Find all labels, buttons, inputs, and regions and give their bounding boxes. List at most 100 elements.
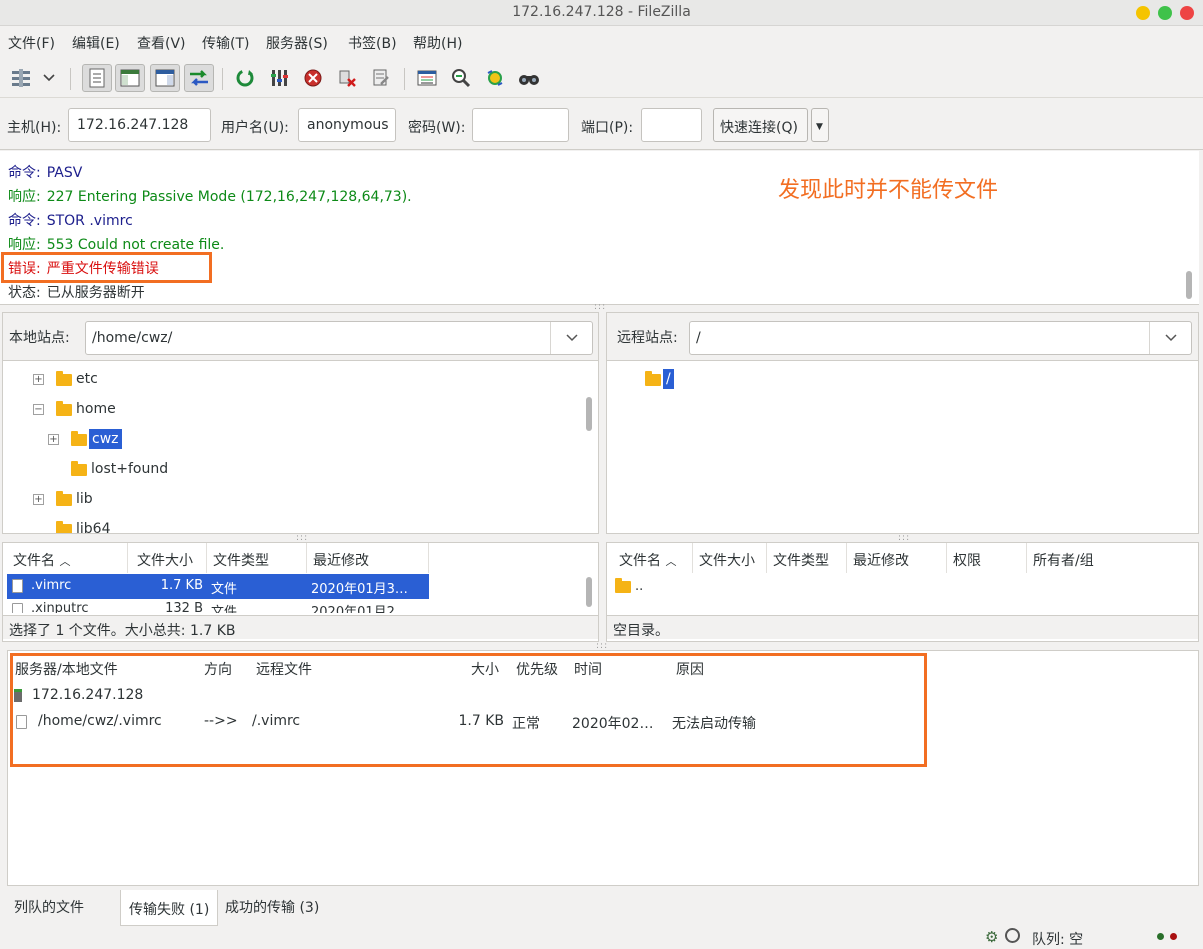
local-path-text: /home/cwz/ [92,330,173,346]
menu-help[interactable]: 帮助(H) [413,33,462,53]
speed-limit-icon[interactable] [1005,928,1020,943]
folder-icon [645,371,661,386]
local-site-bar: 本地站点: /home/cwz/ [3,313,598,361]
menu-file[interactable]: 文件(F) [8,33,55,53]
expand-icon[interactable]: + [33,494,44,505]
tree-item-cwz[interactable]: + cwz [3,429,583,451]
toolbar [0,58,1203,98]
chevron-down-icon[interactable] [550,322,592,354]
remote-status: 空目录。 [607,615,1198,639]
local-file-scrollbar[interactable] [586,577,592,607]
tree-item-label-selected: cwz [89,429,122,449]
port-label: 端口(P): [581,120,634,136]
quickconnect-button[interactable]: 快速连接(Q) [713,108,808,142]
tree-item-lib64[interactable]: lib64 [3,519,583,533]
tab-failed-transfers[interactable]: 传输失败 (1) [120,890,219,926]
disconnect-icon[interactable] [332,64,362,92]
menu-view[interactable]: 查看(V) [137,33,186,53]
tree-item-label: home [76,401,116,417]
remote-path-combo[interactable]: / [689,321,1192,355]
filter-icon[interactable] [446,64,476,92]
folder-icon [56,401,72,416]
dropdown-arrow-icon[interactable] [38,64,60,92]
tree-item-label: etc [76,371,98,387]
remote-site-label: 远程站点: [617,330,678,346]
collapse-icon[interactable]: − [33,404,44,415]
file-row[interactable]: .. [613,575,913,599]
process-queue-icon[interactable] [264,64,294,92]
maximize-button[interactable] [1158,6,1172,20]
toggle-local-tree-icon[interactable] [115,64,145,92]
column-header-modified[interactable]: 最近修改 [847,543,947,573]
minimize-button[interactable] [1136,6,1150,20]
close-button[interactable] [1180,6,1194,20]
tree-item-lib[interactable]: + lib [3,489,583,511]
tab-queued-files[interactable]: 列队的文件 [6,888,92,924]
window-title: 172.16.247.128 - FileZilla [512,4,691,20]
annotation-note: 发现此时并不能传文件 [778,178,999,203]
tab-successful-transfers[interactable]: 成功的传输 (3) [217,888,327,924]
tree-item-root[interactable]: / [607,369,807,391]
file-icon [12,603,23,613]
file-row-selected[interactable]: .vimrc 1.7 KB 文件 2020年01月3… [7,574,429,599]
folder-icon [56,521,72,533]
site-manager-icon[interactable] [6,64,36,92]
column-header-filetype[interactable]: 文件类型 [207,543,307,573]
reconnect-icon[interactable] [366,64,396,92]
refresh-icon[interactable] [230,64,260,92]
toggle-transfer-queue-icon[interactable] [184,64,214,92]
expand-icon[interactable]: + [48,434,59,445]
host-label: 主机(H): [7,120,62,136]
file-icon [12,579,23,593]
log-line: 响应: 553 Could not create file. [8,237,225,253]
password-input[interactable] [472,108,569,142]
tree-item-lost-found[interactable]: lost+found [3,459,583,481]
tree-item-label-selected: / [663,369,674,389]
sync-browse-icon[interactable] [480,64,510,92]
column-header-permissions[interactable]: 权限 [947,543,1027,573]
remote-file-list: 文件名 ︿ 文件大小 文件类型 最近修改 权限 所有者/组 .. 空目录。 [606,542,1199,642]
column-header-filename[interactable]: 文件名 ︿ [7,543,128,573]
remote-path-text: / [696,330,701,346]
sort-ascending-icon: ︿ [59,555,71,568]
column-header-modified[interactable]: 最近修改 [307,543,429,573]
dropdown-arrow-icon: ▼ [816,122,823,132]
username-input[interactable]: anonymous [298,108,396,142]
toggle-remote-tree-icon[interactable] [150,64,180,92]
column-header-filename[interactable]: 文件名 ︿ [613,543,693,573]
tree-item-etc[interactable]: + etc [3,369,583,391]
log-line: 命令: PASV [8,165,83,181]
expand-icon[interactable]: + [33,374,44,385]
gear-icon[interactable]: ⚙ [985,928,998,946]
folder-icon [71,431,87,446]
queue-tabs: 列队的文件 传输失败 (1) 成功的传输 (3) [0,888,1203,926]
quickconnect-dropdown-button[interactable]: ▼ [811,108,829,142]
menu-bookmarks[interactable]: 书签(B) [348,33,397,53]
local-path-combo[interactable]: /home/cwz/ [85,321,593,355]
sort-ascending-icon: ︿ [665,555,677,568]
local-tree-pane: 本地站点: /home/cwz/ + etc − home + cwz lost… [2,312,599,534]
folder-icon [56,371,72,386]
local-tree-scrollbar[interactable] [586,397,592,431]
chevron-down-icon[interactable] [1149,322,1191,354]
host-input[interactable]: 172.16.247.128 [68,108,211,142]
column-header-filesize[interactable]: 文件大小 [693,543,767,573]
local-file-list: 文件名 ︿ 文件大小 文件类型 最近修改 .vimrc 1.7 KB 文件 20… [2,542,599,642]
file-row[interactable]: .xinputrc 132 B 文件 2020年01月2… [7,601,429,613]
tree-item-home[interactable]: − home [3,399,583,421]
cancel-icon[interactable] [298,64,328,92]
log-scrollbar[interactable] [1186,271,1192,299]
menu-transfer[interactable]: 传输(T) [202,33,249,53]
menu-edit[interactable]: 编辑(E) [72,33,120,53]
port-input[interactable] [641,108,702,142]
column-header-owner[interactable]: 所有者/组 [1027,543,1117,573]
directory-compare-icon[interactable] [412,64,442,92]
local-status: 选择了 1 个文件。大小总共: 1.7 KB [3,615,598,639]
toggle-message-log-icon[interactable] [82,64,112,92]
column-header-filesize[interactable]: 文件大小 [131,543,207,573]
menu-server[interactable]: 服务器(S) [266,33,328,53]
tree-item-label: lost+found [91,461,169,477]
search-icon[interactable] [514,64,544,92]
remote-site-bar: 远程站点: / [607,313,1198,361]
column-header-filetype[interactable]: 文件类型 [767,543,847,573]
